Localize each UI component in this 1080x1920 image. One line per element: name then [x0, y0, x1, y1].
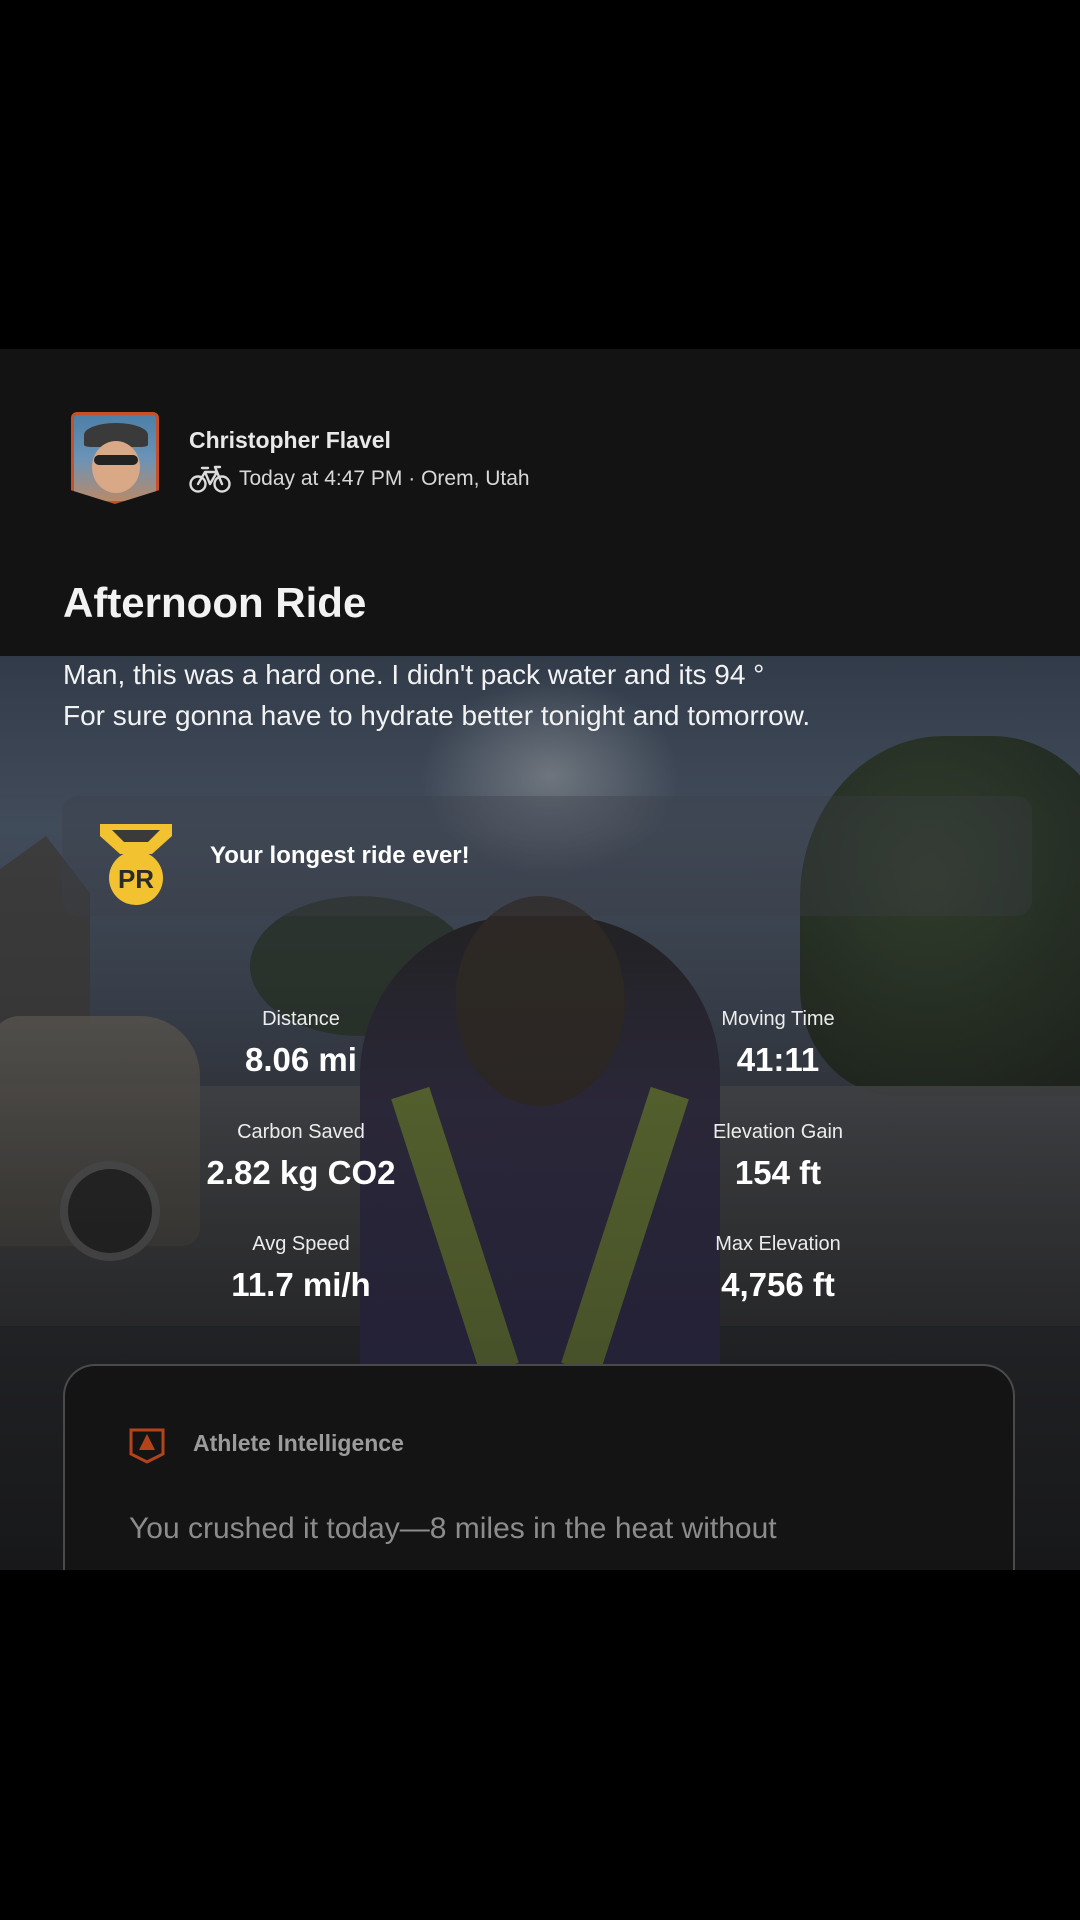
- activity-meta: Today at 4:47 PM · Orem, Utah: [239, 467, 530, 490]
- stat-label: Carbon Saved: [237, 1121, 365, 1143]
- activity-meta-row: Today at 4:47 PM · Orem, Utah: [189, 463, 530, 495]
- stat-value: 2.82 kg CO2: [206, 1154, 396, 1191]
- achievement-text: Your longest ride ever!: [210, 842, 470, 869]
- activity-title: Afternoon Ride: [63, 579, 367, 626]
- stat-value: 154 ft: [734, 1154, 822, 1191]
- stat-distance: Distance 8.06 mi: [141, 1008, 461, 1079]
- avatar[interactable]: [71, 412, 159, 504]
- stat-moving-time: Moving Time 41:11: [618, 1008, 938, 1079]
- athlete-intelligence-title: Athlete Intelligence: [193, 1430, 404, 1456]
- bike-icon: [189, 465, 231, 493]
- athlete-intelligence-card[interactable]: Athlete Intelligence You crushed it toda…: [63, 1364, 1015, 1570]
- stat-value: 11.7 mi/h: [231, 1266, 371, 1303]
- stat-value: 41:11: [736, 1041, 820, 1078]
- activity-screen: Christopher Flavel Today at 4:47 PM · Or…: [0, 349, 1080, 1570]
- stat-carbon-saved: Carbon Saved 2.82 kg CO2: [141, 1121, 461, 1192]
- athlete-intelligence-summary: You crushed it today—8 miles in the heat…: [129, 1512, 777, 1545]
- stat-max-elevation: Max Elevation 4,756 ft: [618, 1233, 938, 1304]
- achievement-banner[interactable]: PR Your longest ride ever!: [62, 796, 1032, 916]
- pr-badge-text: PR: [118, 864, 154, 894]
- athlete-name[interactable]: Christopher Flavel: [189, 427, 391, 454]
- stat-value: 4,756 ft: [721, 1266, 835, 1303]
- avatar-face: [92, 441, 140, 493]
- stat-avg-speed: Avg Speed 11.7 mi/h: [141, 1233, 461, 1304]
- stat-label: Avg Speed: [252, 1233, 350, 1255]
- stat-elevation-gain: Elevation Gain 154 ft: [618, 1121, 938, 1192]
- athlete-intelligence-icon: [129, 1428, 165, 1464]
- stat-label: Distance: [262, 1008, 340, 1030]
- stat-value: 8.06 mi: [245, 1041, 357, 1078]
- stat-label: Moving Time: [721, 1008, 835, 1030]
- avatar-glasses: [94, 455, 138, 465]
- pr-medal-icon: PR: [100, 824, 172, 905]
- stat-label: Max Elevation: [715, 1233, 841, 1255]
- description-line: Man, this was a hard one. I didn't pack …: [63, 659, 765, 690]
- description-line: For sure gonna have to hydrate better to…: [63, 700, 811, 731]
- stat-label: Elevation Gain: [712, 1121, 844, 1143]
- activity-description: Man, this was a hard one. I didn't pack …: [63, 654, 1023, 736]
